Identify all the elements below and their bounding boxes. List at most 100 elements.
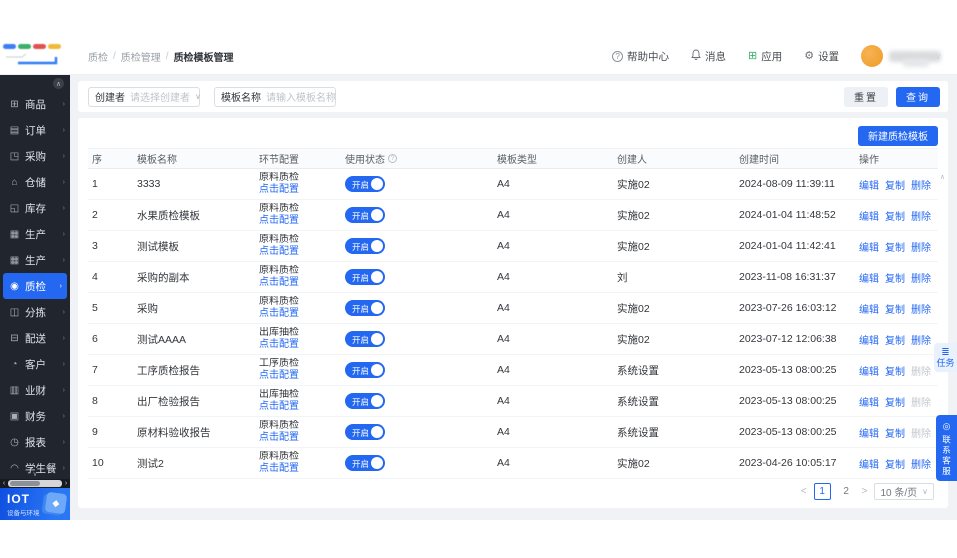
template-name-input[interactable]: 模板名称 请输入模板名称	[214, 86, 336, 107]
cell-creator: 系统设置	[617, 426, 659, 439]
copy-link[interactable]: 复制	[885, 301, 905, 316]
sidebar-item-财务[interactable]: ▣ 财务 ›	[0, 403, 70, 429]
copy-link[interactable]: 复制	[885, 208, 905, 223]
configure-link[interactable]: 点击配置	[259, 370, 337, 382]
customer-icon: ◔	[11, 358, 18, 370]
page-size-select[interactable]: 10 条/页 ∨	[874, 483, 934, 500]
delete-link[interactable]: 删除	[911, 208, 931, 223]
delete-link[interactable]: 删除	[911, 177, 931, 192]
status-toggle[interactable]: 开启	[345, 238, 385, 254]
search-button[interactable]: 查询	[896, 86, 940, 107]
edit-link[interactable]: 编辑	[859, 239, 879, 254]
scrollbar-thumb[interactable]	[10, 481, 40, 486]
edit-link[interactable]: 编辑	[859, 270, 879, 285]
sidebar-scroll-down[interactable]: ∨	[32, 470, 37, 478]
iot-banner[interactable]: IOT 设备与环境 ◆	[0, 488, 70, 520]
configure-link[interactable]: 点击配置	[259, 308, 337, 320]
configure-link[interactable]: 点击配置	[259, 184, 337, 196]
edit-link[interactable]: 编辑	[859, 363, 879, 378]
copy-link[interactable]: 复制	[885, 270, 905, 285]
warehouse-icon: ⌂	[11, 176, 18, 188]
copy-link[interactable]: 复制	[885, 239, 905, 254]
copy-link[interactable]: 复制	[885, 363, 905, 378]
copy-link[interactable]: 复制	[885, 425, 905, 440]
status-toggle[interactable]: 开启	[345, 300, 385, 316]
page-button-1[interactable]: 1	[813, 483, 831, 500]
sidebar-scroll-up[interactable]: ∧	[53, 78, 64, 89]
copy-link[interactable]: 复制	[885, 456, 905, 471]
messages-label: 消息	[705, 50, 727, 63]
messages-button[interactable]: 消息	[691, 49, 726, 64]
next-page-icon[interactable]: >	[862, 486, 868, 497]
sidebar-item-商品[interactable]: ⊞ 商品 ›	[0, 91, 70, 117]
delete-link[interactable]: 删除	[911, 270, 931, 285]
configure-link[interactable]: 点击配置	[259, 277, 337, 289]
prev-page-icon[interactable]: <	[801, 486, 807, 497]
settings-button[interactable]: ⚙ 设置	[804, 49, 839, 64]
sidebar-item-订单[interactable]: ▤ 订单 ›	[0, 117, 70, 143]
scrollbar-track[interactable]	[8, 480, 62, 487]
status-toggle[interactable]: 开启	[345, 424, 385, 440]
status-toggle[interactable]: 开启	[345, 393, 385, 409]
logo-bar-green	[18, 43, 31, 49]
sidebar-item-采购[interactable]: ◳ 采购 ›	[0, 143, 70, 169]
user-menu[interactable]: ∨	[861, 45, 942, 67]
create-template-button[interactable]: 新建质检模板	[858, 125, 938, 146]
edit-link[interactable]: 编辑	[859, 208, 879, 223]
cell-index: 2	[92, 209, 98, 221]
status-toggle[interactable]: 开启	[345, 269, 385, 285]
delete-link[interactable]: 删除	[911, 456, 931, 471]
scroll-left-icon[interactable]: ‹	[0, 480, 8, 487]
sidebar-item-分拣[interactable]: ◫ 分拣 ›	[0, 299, 70, 325]
configure-link[interactable]: 点击配置	[259, 246, 337, 258]
delete-link[interactable]: 删除	[911, 332, 931, 347]
status-toggle[interactable]: 开启	[345, 176, 385, 192]
configure-link[interactable]: 点击配置	[259, 339, 337, 351]
status-toggle[interactable]: 开启	[345, 362, 385, 378]
creator-select[interactable]: 创建者 请选择创建者 ∨	[88, 86, 201, 107]
sidebar-item-报表[interactable]: ◷ 报表 ›	[0, 429, 70, 455]
apps-button[interactable]: ⊞ 应用	[748, 49, 782, 64]
sidebar-item-生产[interactable]: ▦ 生产 ›	[0, 221, 70, 247]
customer-service-float-button[interactable]: ◎ 联系客服	[936, 415, 957, 481]
configure-link[interactable]: 点击配置	[259, 215, 337, 227]
edit-link[interactable]: 编辑	[859, 425, 879, 440]
status-toggle[interactable]: 开启	[345, 455, 385, 471]
sidebar-item-质检[interactable]: ◉ 质检 ›	[3, 273, 67, 299]
reset-button[interactable]: 重置	[844, 86, 888, 107]
edit-link[interactable]: 编辑	[859, 332, 879, 347]
status-help-icon[interactable]: ?	[388, 154, 397, 163]
configure-link[interactable]: 点击配置	[259, 432, 337, 444]
breadcrumb: 质检 / 质检管理 / 质检模板管理	[88, 49, 234, 64]
toggle-knob	[371, 178, 383, 190]
delete-link[interactable]: 删除	[911, 301, 931, 316]
sidebar-item-业财[interactable]: ▥ 业财 ›	[0, 377, 70, 403]
table-scroll-up-icon[interactable]: ∧	[940, 173, 945, 181]
breadcrumb-item[interactable]: 质检	[88, 49, 108, 64]
page-button-2[interactable]: 2	[838, 483, 855, 500]
task-float-button[interactable]: ≣ 任务	[934, 343, 957, 372]
breadcrumb-item[interactable]: 质检管理	[121, 49, 161, 64]
sidebar-item-配送[interactable]: ⊟ 配送 ›	[0, 325, 70, 351]
edit-link[interactable]: 编辑	[859, 177, 879, 192]
sidebar-item-库存[interactable]: ◱ 库存 ›	[0, 195, 70, 221]
status-toggle[interactable]: 开启	[345, 207, 385, 223]
scroll-right-icon[interactable]: ›	[62, 480, 70, 487]
help-center-button[interactable]: ? 帮助中心	[612, 49, 669, 64]
copy-link[interactable]: 复制	[885, 394, 905, 409]
copy-link[interactable]: 复制	[885, 177, 905, 192]
edit-link[interactable]: 编辑	[859, 301, 879, 316]
edit-link[interactable]: 编辑	[859, 394, 879, 409]
edit-link[interactable]: 编辑	[859, 456, 879, 471]
configure-link[interactable]: 点击配置	[259, 463, 337, 475]
sidebar-item-仓储[interactable]: ⌂ 仓储 ›	[0, 169, 70, 195]
delete-link[interactable]: 删除	[911, 239, 931, 254]
cell-template-name: 原材料验收报告	[137, 426, 211, 439]
sidebar-item-客户[interactable]: ◔ 客户 ›	[0, 351, 70, 377]
toggle-label: 开启	[352, 242, 370, 252]
status-toggle[interactable]: 开启	[345, 331, 385, 347]
configure-link[interactable]: 点击配置	[259, 401, 337, 413]
sidebar-horizontal-scrollbar[interactable]: ‹ ›	[0, 479, 70, 488]
sidebar-item-生产[interactable]: ▦ 生产 ›	[0, 247, 70, 273]
copy-link[interactable]: 复制	[885, 332, 905, 347]
